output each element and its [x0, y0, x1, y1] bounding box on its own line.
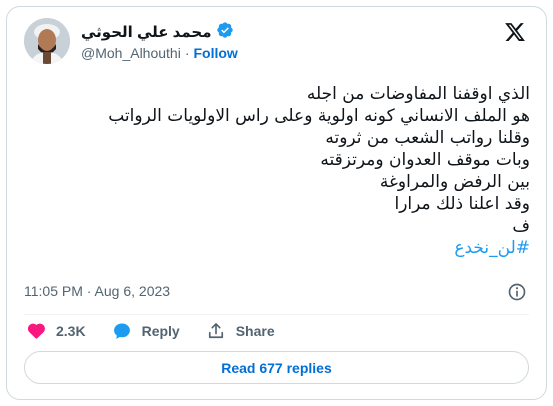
timestamp[interactable]: 11:05 PM · Aug 6, 2023 — [24, 283, 170, 299]
like-button[interactable]: 2.3K — [26, 321, 86, 341]
share-button[interactable]: Share — [206, 321, 275, 341]
hashtag-link[interactable]: #لن_نخدع — [25, 237, 530, 259]
share-icon — [206, 321, 226, 341]
tweet-line: وقلنا رواتب الشعب من ثروته — [325, 128, 530, 148]
share-label: Share — [235, 323, 275, 339]
tweet-line: وبات موقف العدوان ومرتزقته — [320, 150, 530, 170]
like-count: 2.3K — [56, 323, 86, 339]
author-handle[interactable]: @Moh_Alhouthi — [81, 45, 181, 61]
action-bar: 2.3K Reply Share — [26, 321, 301, 341]
reply-label: Reply — [141, 323, 180, 339]
tweet-line: بين الرفض والمراوغة — [379, 172, 530, 192]
tweet-line: ف — [512, 216, 530, 236]
tweet-line: هو الملف الانساني كونه اولوية وعلى راس ا… — [108, 106, 530, 126]
reply-bubble-icon — [112, 321, 132, 341]
avatar[interactable] — [24, 18, 70, 64]
verified-badge-icon — [216, 21, 234, 43]
author-display-name[interactable]: محمد علي الحوثي — [81, 23, 212, 41]
heart-icon — [26, 321, 46, 341]
separator-dot: · — [184, 45, 190, 61]
author-handle-row: @Moh_Alhouthi · Follow — [81, 45, 238, 61]
divider — [24, 314, 529, 315]
tweet-line: الذي اوقفنا المفاوضات من اجله — [306, 84, 530, 104]
info-icon[interactable] — [507, 282, 527, 302]
follow-button[interactable]: Follow — [194, 45, 238, 61]
x-logo-icon[interactable] — [504, 21, 526, 43]
tweet-text: الذي اوقفنا المفاوضات من اجله هو الملف ا… — [25, 83, 530, 259]
author-name-row: محمد علي الحوثي — [81, 21, 234, 43]
tweet-card: محمد علي الحوثي @Moh_Alhouthi · Follow ا… — [6, 6, 547, 400]
reply-button[interactable]: Reply — [112, 321, 180, 341]
read-replies-button[interactable]: Read 677 replies — [24, 351, 529, 384]
tweet-line: وقد اعلنا ذلك مرارا — [394, 194, 531, 214]
